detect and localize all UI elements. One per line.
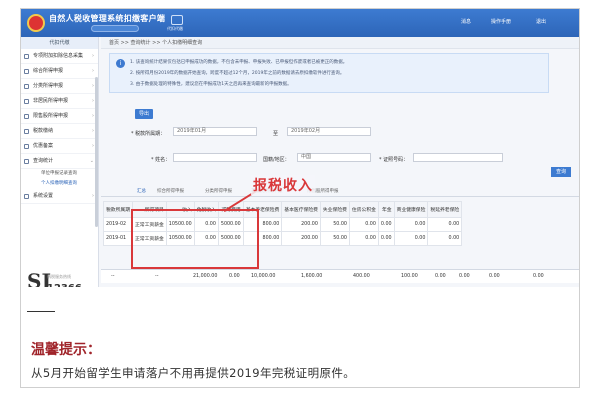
sidebar-sub-personal-detail[interactable]: 个人扣缴明细查询 [21,179,98,189]
tab-comprehensive[interactable]: 综合所得申报 [157,188,184,194]
app-header: 自然人税收管理系统扣缴客户端 代扣代缴 消息 操作手册 退出 [21,9,579,37]
app-title: 自然人税收管理系统扣缴客户端 [49,14,166,23]
breadcrumb: 首页 >> 查询统计 >> 个人扣缴明细查询 [101,37,579,49]
col-annuity: 年金 [377,201,395,218]
sidebar-item-special-deduction[interactable]: 专项附加扣除信息采集 › [21,49,98,64]
manual-link[interactable]: 操作手册 [491,18,511,25]
tip-title: 温馨提示： [31,342,101,358]
person-icon [24,99,29,104]
col-housing-fund: 住房公积金 [348,201,379,218]
chevron-down-icon: ⌄ [89,158,94,164]
chevron-right-icon: › [92,53,94,59]
app-subtitle-tag [91,25,139,32]
notice-box: i 1. 该查询统计结果仅包括已申报成功的数据，不包含未申报、申报失败、已申报但… [109,53,549,93]
doc-icon [24,84,29,89]
info-icon: i [116,59,125,68]
period-to-label: 至 [273,131,279,137]
notice-line-2: 2. 按所得月份2019年的数据开始查询，跨度不超过12个月，2019年之前的数… [130,71,345,76]
sidebar-item-classified[interactable]: 分类所得申报 › [21,79,98,94]
card-icon [24,129,29,134]
sidebar-item-preferential[interactable]: 优惠备案 › [21,139,98,154]
notice-line-3: 3. 由于数据处理的特殊性，建议您在申报成功1天之后再来查询最新的申报数据。 [130,82,292,87]
col-unemployment: 失业保险费 [319,201,350,218]
logout-link[interactable]: 退出 [536,18,546,25]
withholding-tool-label: 代扣代缴 [167,26,183,31]
software-screenshot: 自然人税收管理系统扣缴客户端 代扣代缴 消息 操作手册 退出 代扣代缴 专项附加… [21,9,579,287]
search-icon [24,159,29,164]
name-label: * 姓名： [151,157,171,163]
id-number-input[interactable] [413,153,503,162]
folder-icon [24,54,29,59]
annotation-label: 报税收入 [251,175,315,195]
sidebar-item-restricted-stock[interactable]: 限售股所得申报 › [21,109,98,124]
chevron-right-icon: › [92,193,94,199]
doc-icon [24,69,29,74]
sidebar-item-settings[interactable]: 系统设置 › [21,189,98,204]
chart-icon [24,114,29,119]
period-end-input[interactable]: 2019年02月 [287,127,371,136]
col-period: 税款所属期 [103,201,133,218]
tab-classified[interactable]: 分类所得申报 [205,188,232,194]
period-start-input[interactable]: 2019年01月 [173,127,257,136]
chevron-right-icon: › [92,113,94,119]
withholding-tool-icon[interactable] [171,15,183,25]
chevron-right-icon: › [92,83,94,89]
messages-link[interactable]: 消息 [461,18,471,25]
id-label: * 证照号码： [379,157,409,163]
logo-caption: 纳税服务热线 [47,274,71,279]
export-button[interactable]: 导出 [135,109,153,119]
sidebar-scrollbar[interactable] [95,77,98,227]
region-label: 国籍/地区： [263,157,290,163]
sidebar-item-nonresident[interactable]: 非居民所得申报 › [21,94,98,109]
chevron-right-icon: › [92,68,94,74]
doc-icon [24,144,29,149]
name-input[interactable] [173,153,257,162]
sidebar-item-comprehensive[interactable]: 综合所得申报 › [21,64,98,79]
image-frame: 自然人税收管理系统扣缴客户端 代扣代缴 消息 操作手册 退出 代扣代缴 专项附加… [20,8,580,388]
tab-bar: 汇总 综合所得申报 分类所得申报 非居民所得申报 限售股所得申报 [101,187,579,197]
tip-body: 从5月开始留学生申请落户不用再提供2019年完税证明原件。 [31,366,356,380]
divider [27,311,55,312]
period-label: * 税款所属期： [131,131,166,137]
chevron-right-icon: › [92,98,94,104]
sidebar: 代扣代缴 专项附加扣除信息采集 › 综合所得申报 › 分类所得申报 › 非居民所得申报… [21,37,99,287]
caption-area: 温馨提示： 从5月开始留学生申请落户不用再提供2019年完税证明原件。 [21,287,579,387]
sidebar-sub-unit-records[interactable]: 单位申报记录查询 [21,169,98,179]
highlight-box [131,209,259,269]
hotline-logo: SJ 纳税服务热线 12366 [25,269,95,287]
totals-row: -- -- 21,000.00 0.00 10,000.00 1,600.00 … [101,269,579,283]
sidebar-item-tax-payment[interactable]: 税款缴纳 › [21,124,98,139]
tab-summary[interactable]: 汇总 [137,188,146,194]
tax-emblem-icon [27,14,45,32]
chevron-right-icon: › [92,143,94,149]
notice-line-1: 1. 该查询统计结果仅包括已申报成功的数据，不包含未申报、申报失败、已申报但作废… [130,60,348,65]
query-button[interactable]: 查询 [551,167,571,177]
chevron-right-icon: › [92,128,94,134]
col-deferred-pension: 税延养老保险 [427,201,463,218]
region-select[interactable]: 中国 [297,153,371,162]
sidebar-header: 代扣代缴 [21,37,98,49]
gear-icon [24,194,29,199]
query-form: * 税款所属期： 2019年01月 至 2019年02月 * 姓名： 国籍/地区… [101,127,579,187]
col-medical: 基本医疗保险费 [281,201,321,218]
col-health-insurance: 商业健康保险 [393,201,429,218]
sidebar-item-query-stats[interactable]: 查询统计 ⌄ [21,154,98,169]
